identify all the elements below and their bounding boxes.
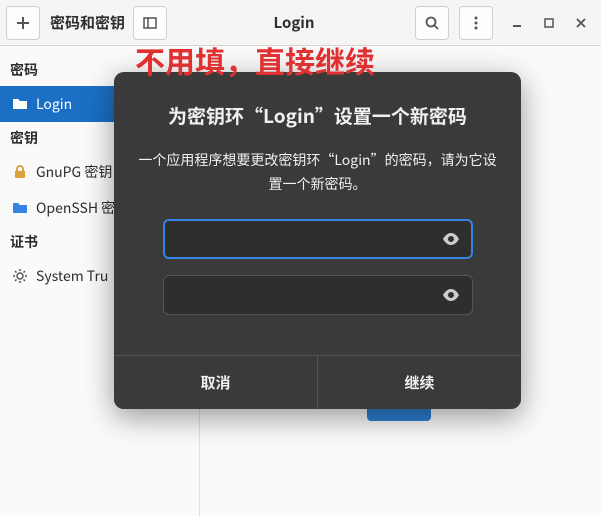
confirm-password-input[interactable] <box>163 275 473 315</box>
continue-button[interactable]: 继续 <box>318 356 521 409</box>
modal-title: 为密钥环“Login”设置一个新密码 <box>138 102 497 129</box>
toggle-visibility-button[interactable] <box>437 225 465 253</box>
password-modal: 为密钥环“Login”设置一个新密码 一个应用程序想要更改密钥环“Login”的… <box>114 72 521 409</box>
toggle-visibility-button[interactable] <box>437 281 465 309</box>
cancel-button[interactable]: 取消 <box>114 356 318 409</box>
eye-icon <box>441 285 461 305</box>
eye-icon <box>441 229 461 249</box>
new-password-input[interactable] <box>163 219 473 259</box>
annotation-text: 不用填，直接继续 <box>135 38 375 82</box>
modal-description: 一个应用程序想要更改密钥环“Login”的密码，请为它设置一个新密码。 <box>138 149 497 197</box>
